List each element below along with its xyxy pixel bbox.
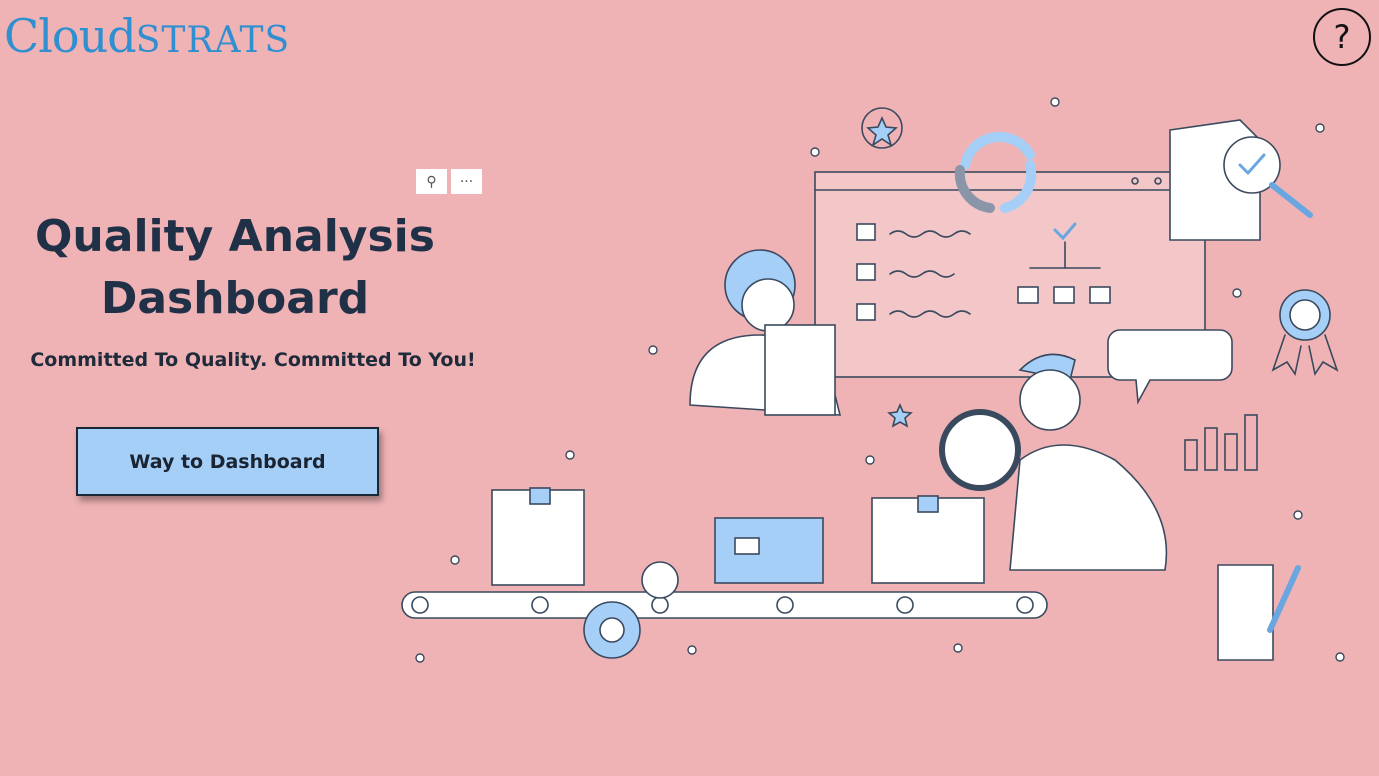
- help-icon: ?: [1333, 18, 1351, 56]
- way-to-dashboard-button[interactable]: Way to Dashboard: [76, 427, 379, 496]
- quality-inspection-illustration: [401, 97, 1345, 663]
- brand-logo: CloudSTRATS: [4, 6, 290, 71]
- logo-main-text: Cloud: [4, 9, 137, 63]
- cta-label: Way to Dashboard: [129, 450, 326, 473]
- help-button[interactable]: ?: [1313, 8, 1371, 66]
- logo-suffix-text: STRATS: [135, 20, 291, 61]
